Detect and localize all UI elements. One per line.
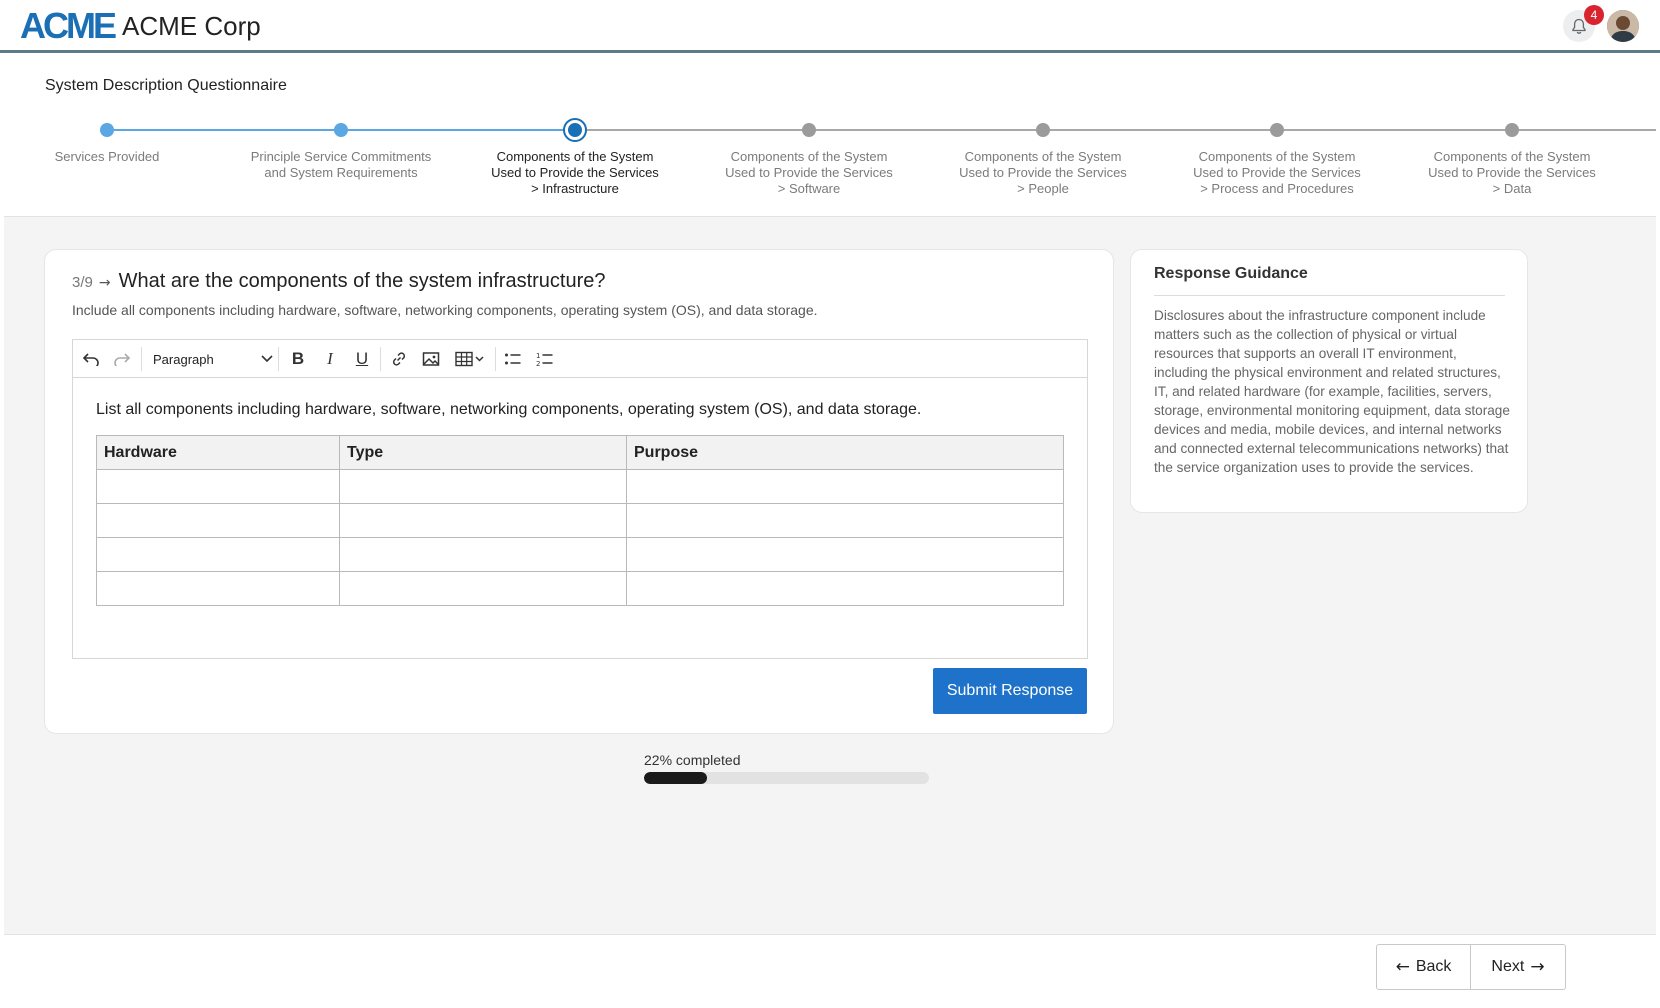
table-header-row: Hardware Type Purpose <box>96 435 1064 470</box>
table-cell[interactable] <box>339 469 627 504</box>
table-insert-button[interactable] <box>451 347 489 371</box>
table-cell[interactable] <box>96 469 340 504</box>
italic-icon[interactable]: I <box>318 347 342 371</box>
arrow-right-icon: → <box>98 275 111 291</box>
toolbar-divider <box>380 347 381 371</box>
guidance-text: Disclosures about the infrastructure com… <box>1154 308 1510 475</box>
back-label: Back <box>1415 958 1452 975</box>
step-3-dot[interactable] <box>563 118 587 142</box>
acme-logo[interactable]: ACME <box>20 5 117 46</box>
arrow-left-icon: ← <box>1395 957 1410 977</box>
user-avatar[interactable] <box>1607 10 1639 42</box>
notification-count-badge: 4 <box>1584 5 1604 25</box>
table-cell[interactable] <box>626 571 1064 606</box>
numbered-list-icon[interactable]: 12 <box>533 347 557 371</box>
editor-content-area[interactable]: List all components including hardware, … <box>73 379 1087 659</box>
step-4-dot[interactable] <box>802 123 816 137</box>
toolbar-divider <box>278 347 279 371</box>
toolbar-divider <box>495 347 496 371</box>
step-6-label[interactable]: Components of the System Used to Provide… <box>1157 149 1397 197</box>
progress-label: 22% completed <box>644 752 741 768</box>
back-button[interactable]: ← Back <box>1376 944 1471 990</box>
footer-nav: ← Back Next → <box>4 934 1656 1008</box>
svg-text:2: 2 <box>536 360 540 367</box>
link-icon[interactable] <box>387 347 411 371</box>
bold-icon[interactable]: B <box>286 347 310 371</box>
components-table[interactable]: Hardware Type Purpose <box>96 435 1064 606</box>
question-header: 3/9 → What are the components of the sys… <box>72 270 606 293</box>
step-4-label[interactable]: Components of the System Used to Provide… <box>689 149 929 197</box>
next-button[interactable]: Next → <box>1470 944 1566 990</box>
step-5-label[interactable]: Components of the System Used to Provide… <box>923 149 1163 197</box>
bulleted-list-icon[interactable] <box>501 347 525 371</box>
question-number: 3/9 <box>72 274 93 291</box>
table-row <box>96 537 1064 572</box>
response-guidance-panel: Response Guidance Disclosures about the … <box>1130 249 1528 513</box>
logo-text: ACME <box>20 5 117 46</box>
table-row <box>96 571 1064 606</box>
company-name: ACME Corp <box>122 11 261 41</box>
image-icon[interactable] <box>419 347 443 371</box>
step-7-dot[interactable] <box>1505 123 1519 137</box>
table-icon <box>455 351 484 367</box>
redo-icon[interactable] <box>110 347 134 371</box>
step-1-label[interactable]: Services Provided <box>4 149 227 165</box>
question-text: What are the components of the system in… <box>118 270 606 292</box>
step-2-dot[interactable] <box>334 123 348 137</box>
submit-response-button[interactable]: Submit Response <box>933 668 1087 714</box>
step-2-label[interactable]: Principle Service Commitments and System… <box>221 149 461 181</box>
next-label: Next <box>1491 958 1525 975</box>
undo-icon[interactable] <box>79 347 103 371</box>
step-5-dot[interactable] <box>1036 123 1050 137</box>
chevron-down-icon <box>261 355 273 363</box>
column-header-hardware[interactable]: Hardware <box>96 435 340 470</box>
main-content: System Description Questionnaire Service… <box>4 53 1656 938</box>
svg-text:1: 1 <box>536 352 540 360</box>
stepper-section: System Description Questionnaire Service… <box>4 53 1656 217</box>
guidance-title: Response Guidance <box>1154 265 1505 296</box>
step-3-label[interactable]: Components of the System Used to Provide… <box>455 149 695 197</box>
table-cell[interactable] <box>626 503 1064 538</box>
question-card: 3/9 → What are the components of the sys… <box>44 249 1114 734</box>
table-cell[interactable] <box>626 537 1064 572</box>
paragraph-style-value: Paragraph <box>153 351 214 367</box>
table-cell[interactable] <box>96 503 340 538</box>
step-6-dot[interactable] <box>1270 123 1284 137</box>
paragraph-style-select[interactable]: Paragraph <box>153 347 273 371</box>
progress-bar-fill <box>644 772 707 784</box>
table-cell[interactable] <box>339 571 627 606</box>
user-avatar-image <box>1607 10 1639 42</box>
column-header-purpose[interactable]: Purpose <box>626 435 1064 470</box>
question-subtitle: Include all components including hardwar… <box>72 302 818 318</box>
progress-bar <box>644 772 929 784</box>
table-row <box>96 503 1064 538</box>
table-cell[interactable] <box>339 503 627 538</box>
column-header-type[interactable]: Type <box>339 435 627 470</box>
step-1-dot[interactable] <box>100 123 114 137</box>
progress-line-remaining <box>575 129 1656 131</box>
top-bar: ACME ACME Corp 4 <box>0 0 1660 53</box>
table-cell[interactable] <box>96 537 340 572</box>
table-cell[interactable] <box>96 571 340 606</box>
arrow-right-icon: → <box>1530 957 1545 977</box>
editor-body-text[interactable]: List all components including hardware, … <box>96 401 921 419</box>
step-7-label[interactable]: Components of the System Used to Provide… <box>1392 149 1632 197</box>
table-cell[interactable] <box>626 469 1064 504</box>
table-cell[interactable] <box>339 537 627 572</box>
toolbar-divider <box>141 347 142 371</box>
rich-text-editor: Paragraph B I U 1 2 List all components … <box>72 339 1088 659</box>
editor-toolbar: Paragraph B I U 1 2 <box>73 340 1087 378</box>
underline-icon[interactable]: U <box>350 347 374 371</box>
questionnaire-title: System Description Questionnaire <box>45 77 287 94</box>
table-row <box>96 469 1064 504</box>
